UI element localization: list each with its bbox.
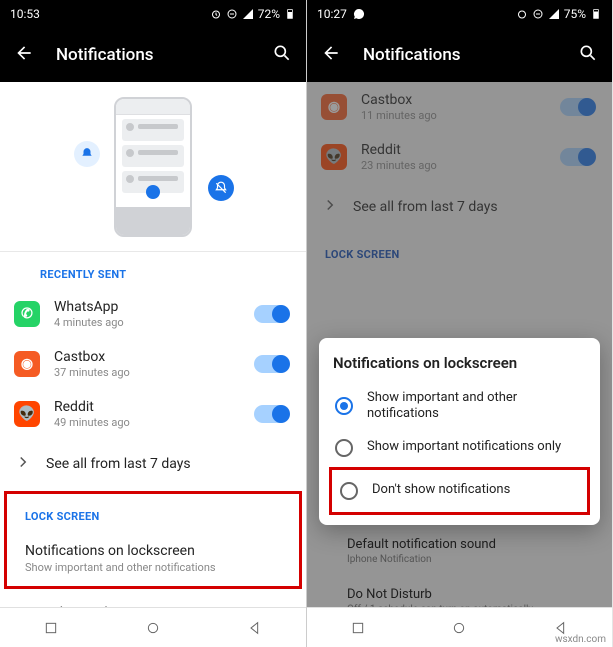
status-icons: 75% [516, 7, 602, 21]
battery-icon [284, 8, 296, 20]
app-row-reddit[interactable]: 👽 Reddit 49 minutes ago [0, 389, 306, 439]
lockscreen-dialog: Notifications on lockscreen Show importa… [319, 338, 600, 525]
castbox-icon: ◉ [14, 351, 40, 377]
toggle-reddit[interactable] [254, 405, 288, 423]
toggle-whatsapp[interactable] [254, 305, 288, 323]
app-name: WhatsApp [54, 299, 240, 315]
advanced-row[interactable]: Advanced Hide silent notifications in st… [0, 591, 306, 607]
radio-icon [340, 482, 358, 500]
status-bar: 10:53 72% [0, 0, 306, 28]
back-icon[interactable] [14, 43, 34, 67]
see-all-link[interactable]: See all from last 7 days [0, 439, 306, 489]
whatsapp-status-icon [353, 8, 365, 20]
alarm-icon [516, 8, 528, 20]
search-icon[interactable] [578, 43, 598, 67]
nav-home-icon[interactable] [145, 620, 161, 636]
dialog-title: Notifications on lockscreen [333, 354, 586, 372]
reddit-icon: 👽 [14, 401, 40, 427]
toggle-castbox[interactable] [254, 355, 288, 373]
nav-recent-icon[interactable] [350, 620, 366, 636]
app-row-castbox[interactable]: ◉ Castbox 37 minutes ago [0, 339, 306, 389]
status-time: 10:53 [10, 7, 40, 21]
app-row-whatsapp[interactable]: ✆ WhatsApp 4 minutes ago [0, 289, 306, 339]
bell-off-icon [208, 175, 234, 201]
app-sub: 37 minutes ago [54, 366, 240, 379]
app-sub: 49 minutes ago [54, 416, 240, 429]
illustration [0, 82, 306, 252]
whatsapp-icon: ✆ [14, 301, 40, 327]
dnd-icon [532, 8, 544, 20]
nav-home-icon[interactable] [451, 620, 467, 636]
search-icon[interactable] [272, 43, 292, 67]
lockscreen-notifications-row[interactable]: Notifications on lockscreen Show importa… [7, 531, 299, 586]
radio-option-important-only[interactable]: Show important notifications only [333, 431, 586, 465]
highlight-box: Don't show notifications [329, 467, 590, 515]
dnd-icon [226, 8, 238, 20]
status-icons: 72% [210, 7, 296, 21]
radio-icon [335, 397, 353, 415]
status-time: 10:27 [317, 7, 347, 21]
battery-icon [590, 8, 602, 20]
section-recently-sent: RECENTLY SENT [0, 252, 306, 289]
app-bar: Notifications [0, 28, 306, 82]
battery-text: 75% [564, 7, 586, 21]
alarm-icon [210, 8, 222, 20]
navigation-bar [0, 607, 306, 647]
signal-icon [242, 8, 254, 20]
app-name: Castbox [54, 349, 240, 365]
back-icon[interactable] [321, 43, 341, 67]
radio-icon [335, 439, 353, 457]
app-sub: 4 minutes ago [54, 316, 240, 329]
page-title: Notifications [363, 45, 556, 65]
nav-recent-icon[interactable] [43, 620, 59, 636]
nav-back-icon[interactable] [247, 620, 263, 636]
radio-option-dont-show[interactable]: Don't show notifications [338, 474, 581, 508]
radio-option-show-all[interactable]: Show important and other notifications [333, 382, 586, 431]
page-title: Notifications [56, 45, 250, 65]
app-bar: Notifications [307, 28, 612, 82]
highlight-box: LOCK SCREEN Notifications on lockscreen … [4, 491, 302, 589]
app-name: Reddit [54, 399, 240, 415]
watermark: wsxdn.com [555, 634, 606, 645]
status-bar: 10:27 75% [307, 0, 612, 28]
chevron-down-icon [14, 605, 32, 607]
bell-icon [74, 141, 100, 167]
chevron-right-icon [14, 453, 32, 475]
signal-icon [548, 8, 560, 20]
battery-text: 72% [258, 7, 280, 21]
section-lock-screen: LOCK SCREEN [7, 494, 299, 531]
